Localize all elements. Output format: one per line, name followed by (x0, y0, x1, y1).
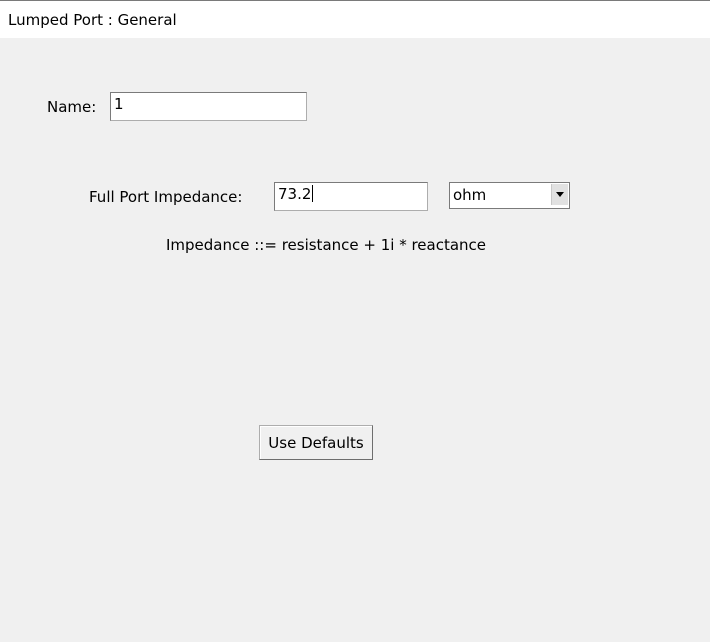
name-input-value: 1 (114, 95, 124, 113)
impedance-unit-select[interactable]: ohm (449, 182, 570, 209)
impedance-unit-value: ohm (453, 186, 487, 204)
name-input[interactable]: 1 (110, 92, 307, 121)
impedance-input[interactable]: 73.2 (274, 182, 428, 211)
dialog-header: Lumped Port : General (0, 0, 710, 38)
impedance-hint: Impedance ::= resistance + 1i * reactanc… (166, 236, 487, 254)
name-label: Name: (47, 98, 97, 116)
dialog-title: Lumped Port : General (8, 11, 177, 29)
chevron-down-icon[interactable] (551, 184, 568, 205)
use-defaults-button[interactable]: Use Defaults (259, 425, 373, 460)
impedance-label: Full Port Impedance: (89, 188, 243, 206)
impedance-input-value: 73.2 (278, 185, 312, 203)
text-caret (312, 185, 314, 202)
